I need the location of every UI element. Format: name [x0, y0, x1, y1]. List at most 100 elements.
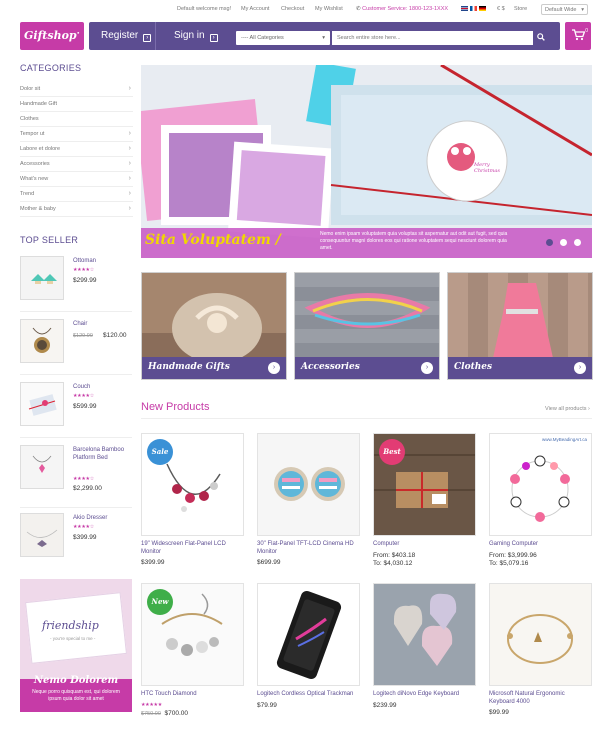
- language-flags[interactable]: [461, 6, 488, 12]
- product-image[interactable]: www.MyBeadingArt.ca: [489, 433, 592, 536]
- seller-item[interactable]: Couch ★★★★☆ $599.99: [20, 382, 132, 438]
- product-name[interactable]: 19" Widescreen Flat-Panel LCD Monitor: [141, 541, 244, 556]
- category-select[interactable]: ---- All Categories ▾: [236, 31, 330, 45]
- product-image[interactable]: New: [141, 583, 244, 686]
- arrow-right-icon[interactable]: ›: [574, 362, 586, 374]
- product-image[interactable]: Best: [373, 433, 476, 536]
- seller-item[interactable]: Barcelona Bamboo Platform Bed ★★★★☆ $2,2…: [20, 445, 132, 501]
- seller-thumb[interactable]: [20, 513, 64, 557]
- category-banner-clothes[interactable]: Clothes ›: [447, 272, 593, 380]
- seller-thumb[interactable]: [20, 445, 64, 489]
- category-item[interactable]: Tempor ut ›: [20, 127, 133, 142]
- category-item[interactable]: Trend ›: [20, 187, 133, 202]
- hero-title: Sita Voluptatem /: [145, 232, 281, 248]
- divider: [20, 507, 132, 508]
- currency-switcher[interactable]: € $: [497, 6, 505, 12]
- category-label: Tempor ut: [20, 131, 45, 137]
- product-card[interactable]: New HTC Touch Diamond ★★★★★ $750.00 $700…: [141, 583, 244, 717]
- product-card[interactable]: www.MyBeadingArt.ca Gaming Computer From…: [489, 433, 592, 567]
- slider-dot[interactable]: [574, 239, 581, 246]
- category-label: Trend: [20, 191, 35, 197]
- flag-fr-icon[interactable]: [470, 6, 477, 12]
- seller-name[interactable]: Akio Dresser: [73, 515, 133, 523]
- promo-banner[interactable]: friendship - you're special to me - Nemo…: [20, 579, 132, 712]
- category-item[interactable]: Mother & baby ›: [20, 202, 133, 217]
- product-name[interactable]: Logitech Cordless Optical Trackman: [257, 691, 360, 699]
- checkout-link[interactable]: Checkout: [281, 6, 304, 12]
- product-card[interactable]: Sale 19" Widescreen Flat-Panel LCD Monit…: [141, 433, 244, 566]
- register-button[interactable]: Register ›: [101, 22, 152, 50]
- category-banner-handmade[interactable]: Handmade Gifts ›: [141, 272, 287, 380]
- category-item[interactable]: Clothes: [20, 112, 133, 127]
- product-name[interactable]: 30" Flat-Panel TFT-LCD Cinema HD Monitor: [257, 541, 360, 556]
- cart-button[interactable]: 0: [565, 22, 591, 50]
- logo[interactable]: Giftshop•: [20, 22, 84, 50]
- arrow-right-icon: ›: [209, 34, 218, 42]
- hero-slider[interactable]: Sita Voluptatem / Nemo enim ipsam volupt…: [141, 65, 592, 258]
- promo-image: friendship - you're special to me -: [20, 579, 132, 679]
- product-price-from: From: $403.18: [373, 551, 416, 559]
- product-image[interactable]: [489, 583, 592, 686]
- category-banner-accessories[interactable]: Accessories ›: [294, 272, 440, 380]
- flag-uk-icon[interactable]: [461, 6, 468, 12]
- product-watermark: www.MyBeadingArt.ca: [541, 437, 587, 442]
- product-card[interactable]: Logitech diNovo Edge Keyboard $239.99: [373, 583, 476, 709]
- product-name[interactable]: Computer: [373, 541, 476, 549]
- category-label: Labore et dolore: [20, 146, 61, 152]
- my-account-link[interactable]: My Account: [241, 6, 269, 12]
- category-item[interactable]: What's new ›: [20, 172, 133, 187]
- seller-item[interactable]: Chair $129.99 $120.00: [20, 319, 132, 375]
- view-all-link[interactable]: View all products ›: [545, 406, 590, 412]
- new-badge: New: [147, 589, 173, 615]
- seller-name[interactable]: Barcelona Bamboo Platform Bed: [73, 447, 133, 462]
- product-name[interactable]: Gaming Computer: [489, 541, 592, 549]
- welcome-message: Default welcome msg!: [177, 6, 232, 12]
- promo-card-sub: - you're special to me -: [50, 636, 96, 641]
- seller-item[interactable]: Ottoman ★★★★☆ $299.99: [20, 256, 132, 312]
- top-seller-title: TOP SELLER: [20, 235, 79, 245]
- product-old-price: $750.00: [141, 710, 161, 717]
- cart-icon: [571, 29, 585, 41]
- arrow-right-icon[interactable]: ›: [268, 362, 280, 374]
- product-name[interactable]: HTC Touch Diamond: [141, 691, 244, 699]
- category-item[interactable]: Dolor sit ›: [20, 82, 133, 97]
- product-name[interactable]: Logitech diNovo Edge Keyboard: [373, 691, 476, 699]
- product-name[interactable]: Microsoft Natural Ergonomic Keyboard 400…: [489, 691, 592, 706]
- arrow-right-icon[interactable]: ›: [421, 362, 433, 374]
- seller-thumb[interactable]: [20, 382, 64, 426]
- new-products-title: New Products: [141, 401, 210, 413]
- seller-thumb[interactable]: [20, 319, 64, 363]
- divider: [20, 311, 132, 312]
- product-image[interactable]: [373, 583, 476, 686]
- seller-name[interactable]: Ottoman: [73, 258, 133, 266]
- product-price: $699.99: [257, 559, 281, 566]
- flag-de-icon[interactable]: [479, 6, 486, 12]
- my-wishlist-link[interactable]: My Wishlist: [315, 6, 343, 12]
- category-item[interactable]: Accessories ›: [20, 157, 133, 172]
- category-item[interactable]: Handmade Gift: [20, 97, 133, 112]
- product-card[interactable]: Microsoft Natural Ergonomic Keyboard 400…: [489, 583, 592, 716]
- store-select[interactable]: Default Wide ▾: [541, 4, 588, 15]
- product-card[interactable]: 30" Flat-Panel TFT-LCD Cinema HD Monitor…: [257, 433, 360, 566]
- seller-item[interactable]: Akio Dresser ★★★★☆ $399.99: [20, 513, 132, 569]
- product-image[interactable]: Sale: [141, 433, 244, 536]
- search-input[interactable]: Search entire store here...: [332, 31, 533, 45]
- search-button[interactable]: [533, 31, 548, 45]
- product-image[interactable]: [257, 433, 360, 536]
- rating-stars: ★★★★☆: [73, 476, 94, 482]
- product-card[interactable]: Best Computer From: $403.18 To: $4,030.1…: [373, 433, 476, 567]
- banner-label: Handmade Gifts: [142, 357, 286, 379]
- slider-dot[interactable]: [560, 239, 567, 246]
- slider-dot-active[interactable]: [546, 239, 553, 246]
- category-label: What's new: [20, 176, 49, 182]
- category-label: Handmade Gift: [20, 101, 57, 107]
- product-card[interactable]: Logitech Cordless Optical Trackman $79.9…: [257, 583, 360, 709]
- category-item[interactable]: Labore et dolore ›: [20, 142, 133, 157]
- seller-thumb[interactable]: [20, 256, 64, 300]
- sign-in-button[interactable]: Sign in ›: [174, 22, 218, 50]
- seller-name[interactable]: Couch: [73, 384, 133, 392]
- seller-name[interactable]: Chair: [73, 321, 133, 329]
- product-price: $700.00: [164, 709, 189, 717]
- logo-text: Giftshop: [24, 29, 77, 42]
- product-image[interactable]: [257, 583, 360, 686]
